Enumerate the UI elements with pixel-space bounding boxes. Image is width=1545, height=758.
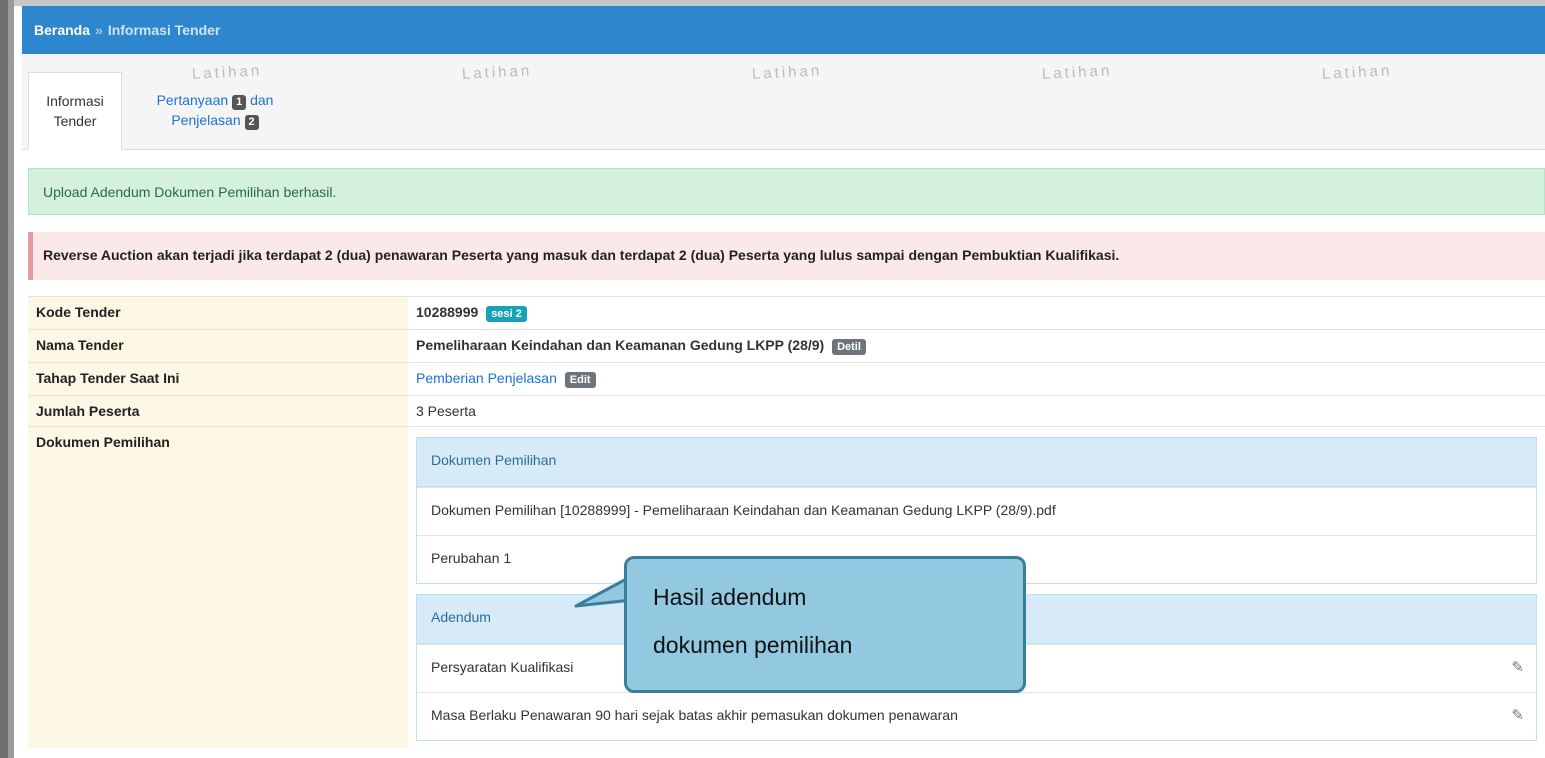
nama-tender-label: Nama Tender — [28, 329, 408, 363]
tab-label-line2: Tender — [53, 113, 97, 129]
adendum-item-text: Masa Berlaku Penawaran 90 hari sejak bat… — [431, 707, 958, 723]
session-badge: sesi 2 — [486, 306, 527, 322]
tab-link-text: Pertanyaan — [156, 92, 229, 108]
answer-count-badge: 2 — [244, 115, 259, 130]
breadcrumb-separator: » — [95, 22, 103, 38]
warning-alert: Reverse Auction akan terjadi jika terdap… — [28, 232, 1545, 280]
edit-icon[interactable]: ✎ — [1511, 706, 1524, 724]
breadcrumb: Beranda » Informasi Tender — [22, 6, 1545, 54]
nama-tender-cell: Pemeliharaan Keindahan dan Keamanan Gedu… — [408, 329, 1545, 363]
jumlah-peserta-value: 3 Peserta — [408, 395, 1545, 427]
tahap-tender-label: Tahap Tender Saat Ini — [28, 362, 408, 396]
list-item: Masa Berlaku Penawaran 90 hari sejak bat… — [417, 692, 1536, 740]
watermark-text: Latihan — [1321, 62, 1393, 83]
tab-link-text: Penjelasan — [171, 112, 241, 128]
jumlah-peserta-label: Jumlah Peserta — [28, 395, 408, 427]
table-row: Jumlah Peserta 3 Peserta — [28, 395, 1545, 427]
revision-label: Perubahan 1 — [431, 550, 512, 566]
success-alert: Upload Adendum Dokumen Pemilihan berhasi… — [28, 168, 1545, 215]
table-row: Nama Tender Pemeliharaan Keindahan dan K… — [28, 329, 1545, 363]
breadcrumb-current: Informasi Tender — [107, 22, 221, 38]
tahap-tender-link[interactable]: Pemberian Penjelasan — [416, 370, 557, 386]
tab-bar: Latihan Latihan Latihan Latihan Latihan … — [22, 54, 1545, 150]
tahap-tender-cell: Pemberian Penjelasan Edit — [408, 362, 1545, 396]
tab-link-text: dan — [250, 92, 274, 108]
table-row: Kode Tender 10288999 sesi 2 — [28, 296, 1545, 330]
callout-line1: Hasil adendum — [653, 584, 807, 610]
edit-icon[interactable]: ✎ — [1511, 658, 1524, 676]
callout-line2: dokumen pemilihan — [653, 632, 853, 658]
table-row: Tahap Tender Saat Ini Pemberian Penjelas… — [28, 362, 1545, 396]
screenshot-frame-left — [0, 0, 14, 758]
panel-heading: Dokumen Pemilihan — [417, 438, 1536, 487]
watermark-text: Latihan — [751, 62, 823, 83]
list-item: Dokumen Pemilihan [10288999] - Pemelihar… — [417, 487, 1536, 535]
edit-stage-button[interactable]: Edit — [564, 372, 596, 388]
kode-tender-cell: 10288999 sesi 2 — [408, 296, 1545, 330]
tab-label-line1: Informasi — [46, 93, 104, 109]
annotation-callout: Hasil adendum dokumen pemilihan — [624, 556, 1026, 693]
watermark-text: Latihan — [461, 62, 533, 83]
nama-tender-value: Pemeliharaan Keindahan dan Keamanan Gedu… — [416, 337, 825, 353]
breadcrumb-home-link[interactable]: Beranda — [34, 22, 90, 38]
kode-tender-label: Kode Tender — [28, 296, 408, 330]
document-file-link[interactable]: Dokumen Pemilihan [10288999] - Pemelihar… — [431, 502, 1056, 518]
dokumen-pemilihan-label: Dokumen Pemilihan — [28, 426, 408, 748]
kode-tender-value: 10288999 — [416, 304, 479, 320]
detail-button[interactable]: Detil — [832, 339, 866, 355]
question-count-badge: 1 — [232, 95, 247, 110]
watermark-text: Latihan — [1041, 62, 1113, 83]
adendum-item-text: Persyaratan Kualifikasi — [431, 659, 574, 675]
tab-pertanyaan-penjelasan[interactable]: Pertanyaan 1 dan Penjelasan 2 — [130, 72, 300, 150]
tab-informasi-tender[interactable]: Informasi Tender — [28, 72, 122, 150]
